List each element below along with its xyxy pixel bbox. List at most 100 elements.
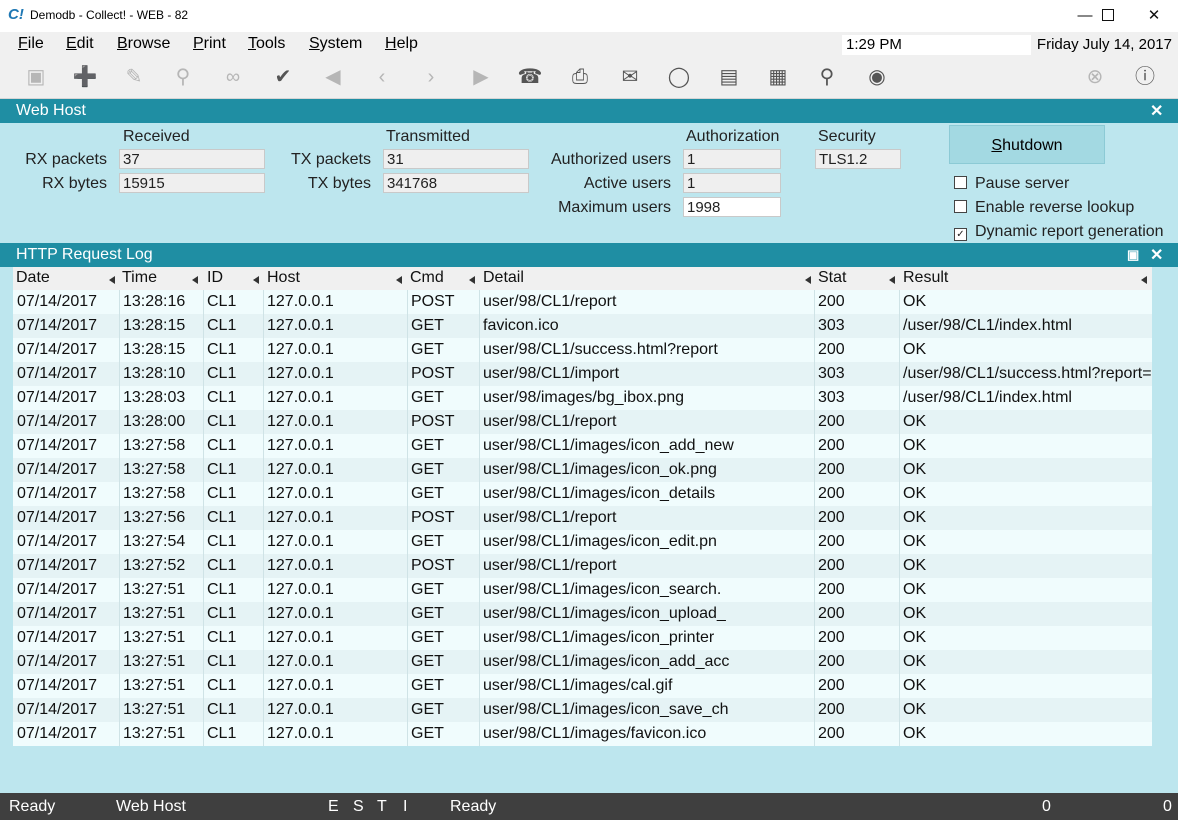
table-row[interactable]: 07/14/2017 13:27:51 CL1 127.0.0.1 GET user/98… [13,674,1152,698]
shutdown-button[interactable]: Shutdown [949,125,1105,164]
maximum-users-input[interactable]: 1998 [683,197,781,217]
table-row[interactable]: 07/14/2017 13:27:56 CL1 127.0.0.1 POST user/9… [13,506,1152,530]
cell-id: CL1 [207,677,237,694]
table-row[interactable]: 07/14/2017 13:28:10 CL1 127.0.0.1 POST user/9… [13,362,1152,386]
search-record-icon[interactable]: ⚲ [170,64,196,90]
cell-result: OK [903,485,927,502]
column-divider [407,650,408,674]
table-row[interactable]: 07/14/2017 13:27:58 CL1 127.0.0.1 GET user/98… [13,458,1152,482]
column-divider [407,314,408,338]
table-row[interactable]: 07/14/2017 13:28:00 CL1 127.0.0.1 POST user/9… [13,410,1152,434]
sort-arrow-icon[interactable] [192,276,198,284]
table-row[interactable]: 07/14/2017 13:27:54 CL1 127.0.0.1 GET user/98… [13,530,1152,554]
column-stat[interactable]: Stat [818,269,846,287]
close-log-panel-icon[interactable]: ✕ [1150,245,1163,265]
sort-arrow-icon[interactable] [253,276,259,284]
printer-icon[interactable]: ⎙ [567,64,593,90]
cancel-icon[interactable]: ⊗ [1082,64,1108,90]
cell-date: 07/14/2017 [17,677,98,694]
globe-icon[interactable]: ◉ [864,64,890,90]
phone-icon[interactable]: ☎ [517,64,543,90]
sort-arrow-icon[interactable] [396,276,402,284]
column-divider [814,674,815,698]
table-row[interactable]: 07/14/2017 13:28:15 CL1 127.0.0.1 GET user/98… [13,338,1152,362]
search-icon[interactable]: ⚲ [814,64,840,90]
cell-detail: user/98/CL1/images/icon_edit.pn [483,533,717,550]
menu-tools[interactable]: Tools [248,35,285,53]
column-divider [479,578,480,602]
cell-detail: user/98/CL1/report [483,557,617,574]
pause-server-checkbox[interactable]: Pause server [954,175,1069,193]
email-icon[interactable]: ✉ [617,64,643,90]
menu-print[interactable]: Print [193,35,226,53]
sort-arrow-icon[interactable] [1141,276,1147,284]
column-divider [899,482,900,506]
dynamic-report-checkbox[interactable]: ✓ Dynamic report generation [954,223,1164,241]
table-row[interactable]: 07/14/2017 13:27:51 CL1 127.0.0.1 GET user/98… [13,602,1152,626]
column-divider [119,314,120,338]
close-window-button[interactable]: ✕ [1131,4,1177,28]
previous-record-icon[interactable]: ‹ [369,64,395,90]
sort-arrow-icon[interactable] [469,276,475,284]
binoculars-icon[interactable]: ∞ [220,64,246,90]
column-detail[interactable]: Detail [483,269,524,287]
menu-system[interactable]: System [309,35,362,53]
maximize-panel-icon[interactable]: ▣ [1127,247,1139,263]
column-host[interactable]: Host [267,269,300,287]
table-row[interactable]: 07/14/2017 13:28:16 CL1 127.0.0.1 POST user/9… [13,290,1152,314]
current-date: Friday July 14, 2017 [1036,36,1172,53]
first-record-icon[interactable]: ◀ [320,64,346,90]
checkmark-icon[interactable]: ✔ [270,64,296,90]
sort-arrow-icon[interactable] [889,276,895,284]
cell-result: OK [903,437,927,454]
table-row[interactable]: 07/14/2017 13:27:52 CL1 127.0.0.1 POST user/9… [13,554,1152,578]
table-row[interactable]: 07/14/2017 13:27:51 CL1 127.0.0.1 GET user/98… [13,722,1152,746]
table-row[interactable]: 07/14/2017 13:28:15 CL1 127.0.0.1 GET favicon… [13,314,1152,338]
save-icon[interactable]: ▣ [23,64,49,90]
web-host-panel-bar: Web Host ✕ [0,99,1178,123]
table-row[interactable]: 07/14/2017 13:27:51 CL1 127.0.0.1 GET user/98… [13,626,1152,650]
last-record-icon[interactable]: ▶ [468,64,494,90]
table-row[interactable]: 07/14/2017 13:27:51 CL1 127.0.0.1 GET user/98… [13,650,1152,674]
column-divider [479,650,480,674]
reverse-lookup-box[interactable] [954,200,967,213]
dynamic-report-box[interactable]: ✓ [954,228,967,241]
chat-icon[interactable]: ◯ [666,64,692,90]
table-row[interactable]: 07/14/2017 13:27:58 CL1 127.0.0.1 GET user/98… [13,482,1152,506]
cell-cmd: GET [411,533,444,550]
table-row[interactable]: 07/14/2017 13:27:51 CL1 127.0.0.1 GET user/98… [13,578,1152,602]
column-id[interactable]: ID [207,269,223,287]
cell-cmd: GET [411,677,444,694]
next-record-icon[interactable]: › [418,64,444,90]
column-result[interactable]: Result [903,269,948,287]
table-row[interactable]: 07/14/2017 13:28:03 CL1 127.0.0.1 GET user/98… [13,386,1152,410]
table-row[interactable]: 07/14/2017 13:27:51 CL1 127.0.0.1 GET user/98… [13,698,1152,722]
reverse-lookup-checkbox[interactable]: Enable reverse lookup [954,199,1134,217]
column-divider [479,290,480,314]
table-row[interactable]: 07/14/2017 13:27:58 CL1 127.0.0.1 GET user/98… [13,434,1152,458]
menu-browse[interactable]: Browse [117,35,170,53]
cell-result: OK [903,509,927,526]
sort-arrow-icon[interactable] [109,276,115,284]
cell-host: 127.0.0.1 [267,605,334,622]
pause-server-box[interactable] [954,176,967,189]
payment-icon[interactable]: ▤ [716,64,742,90]
maximize-button[interactable] [1085,4,1131,28]
dynamic-report-label: Dynamic report generation [975,223,1164,240]
sort-arrow-icon[interactable] [805,276,811,284]
close-panel-icon[interactable]: ✕ [1150,101,1163,121]
cell-result: OK [903,557,927,574]
column-time[interactable]: Time [122,269,157,287]
cell-date: 07/14/2017 [17,629,98,646]
column-divider [899,626,900,650]
column-date[interactable]: Date [16,269,50,287]
info-icon[interactable]: ⓘ [1132,64,1158,90]
column-cmd[interactable]: Cmd [410,269,444,287]
menu-edit[interactable]: Edit [66,35,94,53]
new-record-icon[interactable]: ➕ [72,64,98,90]
menu-file[interactable]: File [18,35,44,53]
calendar-add-icon[interactable]: ▦ [765,64,791,90]
edit-record-icon[interactable]: ✎ [121,64,147,90]
column-divider [407,506,408,530]
menu-help[interactable]: Help [385,35,418,53]
